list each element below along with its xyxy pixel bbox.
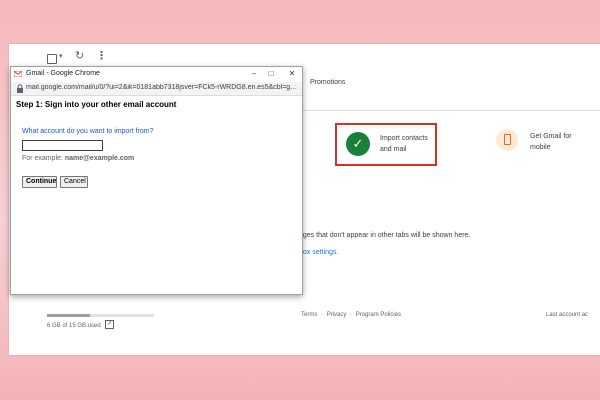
mobile-card-line1: Get Gmail for <box>530 133 572 140</box>
import-contacts-card[interactable]: ✓ Import contacts and mail <box>335 123 437 166</box>
popup-window-title: Gmail - Google Chrome <box>26 70 100 77</box>
import-card-line1: Import contacts <box>380 135 428 142</box>
step-heading: Step 1: Sign into your other email accou… <box>16 100 177 109</box>
popup-titlebar: Gmail - Google Chrome – □ ✕ <box>11 67 302 82</box>
import-popup-window: Gmail - Google Chrome – □ ✕ mail.google.… <box>10 66 303 295</box>
maximize-button[interactable]: □ <box>263 68 279 80</box>
footer-links: Terms · Privacy · Program Policies <box>301 312 401 318</box>
minimize-button[interactable]: – <box>246 68 262 80</box>
select-all-checkbox[interactable] <box>47 54 57 64</box>
program-policies-link[interactable]: Program Policies <box>356 312 401 318</box>
popup-url-text: mail.google.com/mail/u/0/?ui=2&ik=0181ab… <box>26 84 297 91</box>
footer-separator: · <box>321 312 324 318</box>
select-caret-icon[interactable]: ▾ <box>59 52 63 60</box>
inbox-settings-link[interactable]: box settings. <box>299 249 338 256</box>
import-card-text: Import contacts and mail <box>380 133 438 155</box>
mobile-card-line2: mobile <box>530 144 551 151</box>
external-link-icon[interactable]: ↗ <box>105 320 114 329</box>
lock-icon <box>17 84 23 93</box>
storage-bar <box>47 314 154 317</box>
more-options-icon[interactable]: ⋮ <box>96 49 107 62</box>
email-input[interactable] <box>22 140 103 151</box>
mobile-phone-icon <box>496 129 518 151</box>
gmail-logo-icon <box>14 71 22 77</box>
example-prefix: For example: <box>22 155 63 162</box>
mobile-card-text: Get Gmail for mobile <box>530 131 600 153</box>
footer-separator: · <box>350 312 353 318</box>
example-hint: For example: name@example.com <box>22 155 134 162</box>
import-question-label: What account do you want to import from? <box>22 128 154 135</box>
privacy-link[interactable]: Privacy <box>327 312 347 318</box>
terms-link[interactable]: Terms <box>301 312 317 318</box>
tab-promotions[interactable]: Promotions <box>310 79 345 86</box>
close-button[interactable]: ✕ <box>284 68 300 80</box>
tabs-divider <box>299 110 600 111</box>
get-gmail-mobile-card[interactable]: Get Gmail for mobile <box>492 126 600 166</box>
example-email: name@example.com <box>64 155 135 162</box>
last-account-activity: Last account ac <box>546 312 589 318</box>
storage-fill <box>47 314 90 317</box>
popup-url-bar[interactable]: mail.google.com/mail/u/0/?ui=2&ik=0181ab… <box>11 82 302 96</box>
check-icon: ✓ <box>346 132 370 156</box>
phone-shape <box>504 134 511 145</box>
storage-text: 6 GB of 15 GB used <box>47 323 101 329</box>
continue-button[interactable]: Continue <box>22 176 57 188</box>
empty-state-message: ages that don't appear in other tabs wil… <box>299 232 471 239</box>
import-card-line2: and mail <box>380 146 407 153</box>
cancel-button[interactable]: Cancel <box>60 176 88 188</box>
refresh-icon[interactable]: ↻ <box>75 49 84 62</box>
